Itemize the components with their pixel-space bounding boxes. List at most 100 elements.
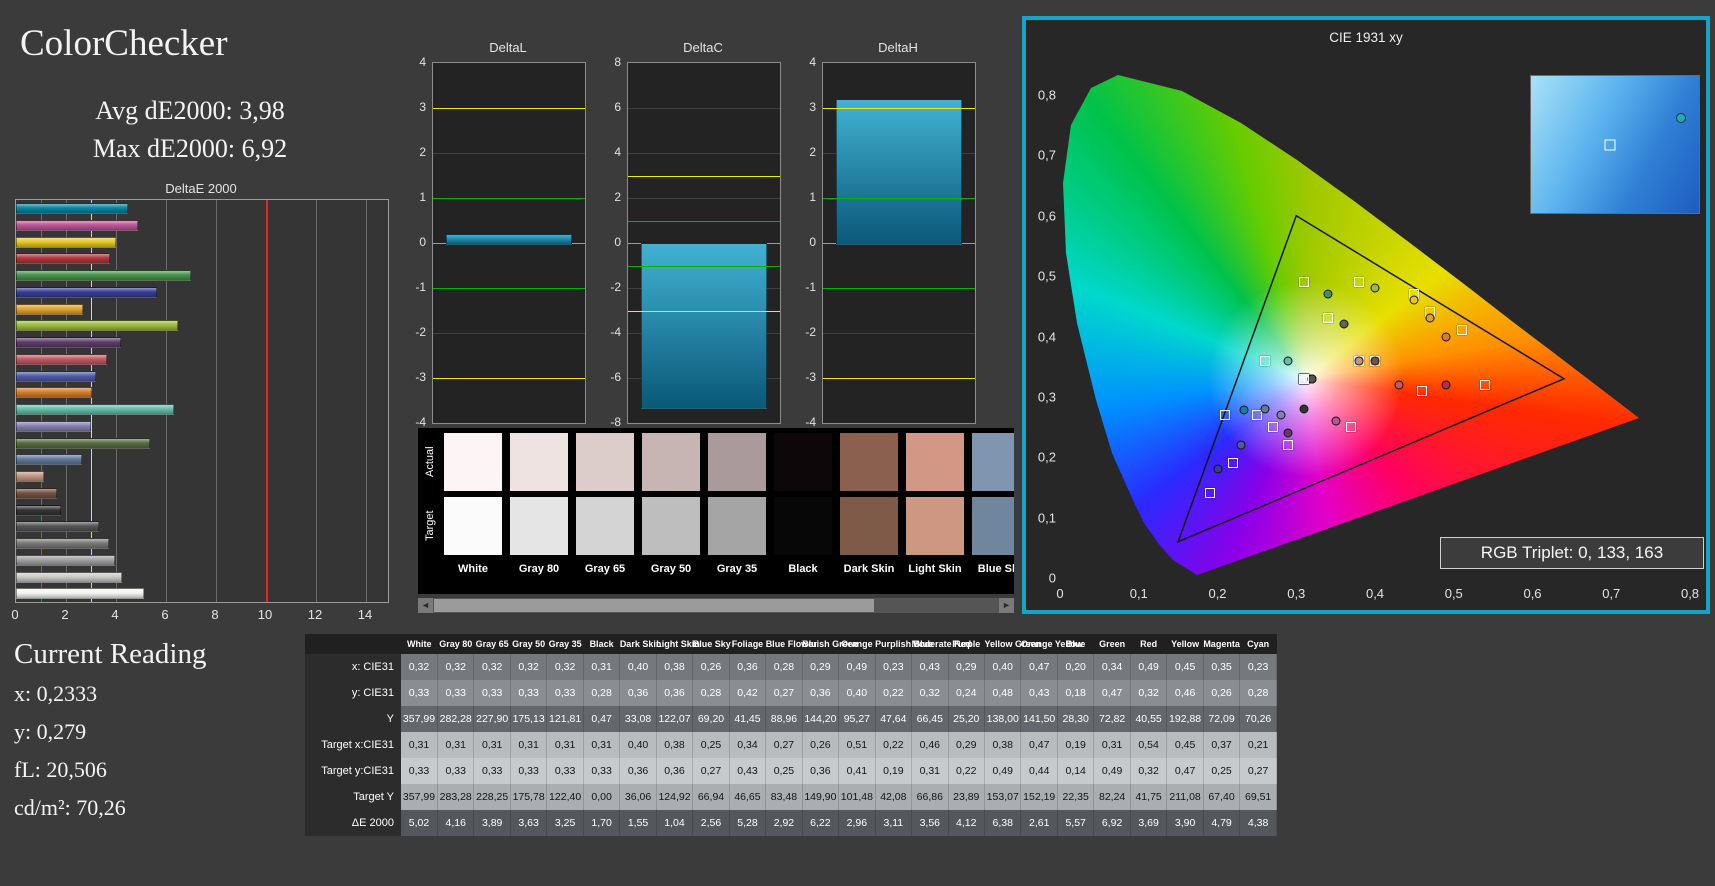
y-tick-label: 3 (809, 100, 816, 114)
cell: 0,35 (1203, 654, 1241, 680)
target-swatch-white (444, 497, 502, 555)
cell: 6,38 (984, 810, 1022, 836)
cell: 2,92 (765, 810, 803, 836)
patch-name-blue-sky: Blue Sky (977, 563, 1014, 575)
cell: 0,33 (437, 680, 475, 706)
cell: 0,33 (510, 758, 548, 784)
column-header-light-skin: Light Skin (656, 634, 700, 654)
cell: 0,46 (911, 732, 949, 758)
cell: 0,32 (510, 654, 548, 680)
column-header-dark-skin: Dark Skin (619, 634, 661, 654)
y-tick-label: 2 (809, 145, 816, 159)
table-row-y: Y 357,99 282,28 227,90 175,13 121,81 0,47 33,08… (305, 706, 1277, 732)
cell: 1,55 (619, 810, 657, 836)
cell: 0,43 (729, 758, 767, 784)
cell: 175,78 (510, 784, 548, 810)
cell: 0,31 (510, 732, 548, 758)
cell: 0,45 (1166, 732, 1204, 758)
cell: 228,25 (473, 784, 511, 810)
x-tick-label: 0,3 (1287, 586, 1306, 601)
actual-swatch-gray-35 (708, 433, 766, 491)
cell: 153,07 (984, 784, 1022, 810)
cell: 0,49 (1130, 654, 1168, 680)
cell: 0,33 (546, 680, 584, 706)
cell: 40,55 (1130, 706, 1168, 732)
patch-name-gray-65: Gray 65 (584, 563, 626, 575)
tolerance-line-yellow (433, 378, 585, 379)
y-tick-label: 2 (614, 190, 621, 204)
scroll-right-arrow[interactable]: ► (999, 598, 1014, 613)
actual-swatch-light-skin (906, 433, 964, 491)
cell: 69,51 (1239, 784, 1277, 810)
deltac-panel: DeltaC 8 6 4 2 0 -2 -4 -6 -8 (597, 40, 781, 432)
target-swatch-gray-80 (510, 497, 568, 555)
tolerance-line-yellow (823, 378, 975, 379)
cell: 0,33 (510, 680, 548, 706)
column-header-green: Green (1093, 634, 1131, 654)
target-row-label: Target (424, 510, 436, 542)
deltae-bar-red (16, 253, 111, 265)
current-reading-x: x: 0,2333 (14, 681, 98, 706)
cell: 149,90 (802, 784, 840, 810)
cell: 0,22 (948, 758, 986, 784)
column-header-purplish-blue: Purplish Blue (875, 634, 933, 654)
cell: 122,40 (546, 784, 584, 810)
deltal-chart-title: DeltaL (489, 40, 527, 55)
cell: 0,48 (984, 680, 1022, 706)
cell: 144,20 (802, 706, 840, 732)
cell: 2,96 (838, 810, 876, 836)
cell: 22,35 (1057, 784, 1095, 810)
y-tick-label: 4 (614, 145, 621, 159)
column-header-gray-35: Gray 35 (546, 634, 584, 654)
x-tick-label: 10 (257, 607, 273, 622)
current-reading-cdm2: cd/m²: 70,26 (14, 795, 126, 820)
cell: 121,81 (546, 706, 584, 732)
deltae-bar-white (16, 588, 144, 600)
row-label: Y (305, 706, 401, 732)
column-header-gray-50: Gray 50 (510, 634, 547, 654)
y-tick-label: -2 (415, 325, 426, 339)
scrollbar-thumb[interactable] (434, 599, 874, 612)
patch-name-black: Black (788, 563, 818, 575)
gridline-y--2 (823, 333, 975, 334)
cell: 0,32 (546, 654, 584, 680)
patch-strip-scrollbar[interactable]: ◄ ► (418, 598, 1014, 613)
scroll-left-arrow[interactable]: ◄ (418, 598, 433, 613)
gridline-x-12 (316, 200, 317, 602)
gridline-y--2 (433, 333, 585, 334)
deltah-bar (836, 99, 962, 245)
column-header-gray-80: Gray 80 (437, 634, 474, 654)
cell: 0,36 (619, 680, 657, 706)
cell: 0,34 (1093, 654, 1131, 680)
deltae-bar-light-skin (16, 471, 44, 482)
cell: 141,50 (1020, 706, 1058, 732)
cell: 282,28 (437, 706, 475, 732)
y-tick-label: 6 (614, 100, 621, 114)
inset-target-marker (1604, 139, 1616, 150)
cell: 28,30 (1057, 706, 1095, 732)
cell: 0,33 (437, 758, 475, 784)
deltae-bar-yellow-green (16, 320, 178, 332)
deltae-bar-gray-80 (16, 571, 122, 583)
cell: 42,08 (875, 784, 913, 810)
y-tick-label: 0 (614, 235, 621, 249)
cie-panel: CIE 1931 xy 0,8 0,7 0,6 0,5 0,4 0,3 0,2 0,1 0 00… (1022, 16, 1710, 614)
cell: 0,32 (911, 680, 949, 706)
actual-row-label: Actual (424, 446, 436, 478)
cell: 0,22 (875, 680, 913, 706)
cell: 0,46 (1166, 680, 1204, 706)
deltae-bar-bluish-green (16, 404, 174, 415)
avg-de2000-label: Avg dE2000: 3,98 (95, 96, 285, 125)
row-label: Target y:CIE31 (305, 758, 401, 784)
y-tick-label: 8 (614, 55, 621, 69)
tolerance-line-green (433, 198, 585, 199)
y-tick-label: 0 (809, 235, 816, 249)
deltac-plot (627, 62, 781, 424)
cell: 0,28 (583, 680, 621, 706)
cell: 0,27 (692, 758, 730, 784)
cell: 0,47 (583, 706, 621, 732)
column-header-cyan: Cyan (1239, 634, 1277, 654)
x-tick-label: 12 (307, 607, 323, 622)
column-header-orange-yellow: Orange Yellow (1020, 634, 1083, 654)
cell: 67,40 (1203, 784, 1241, 810)
